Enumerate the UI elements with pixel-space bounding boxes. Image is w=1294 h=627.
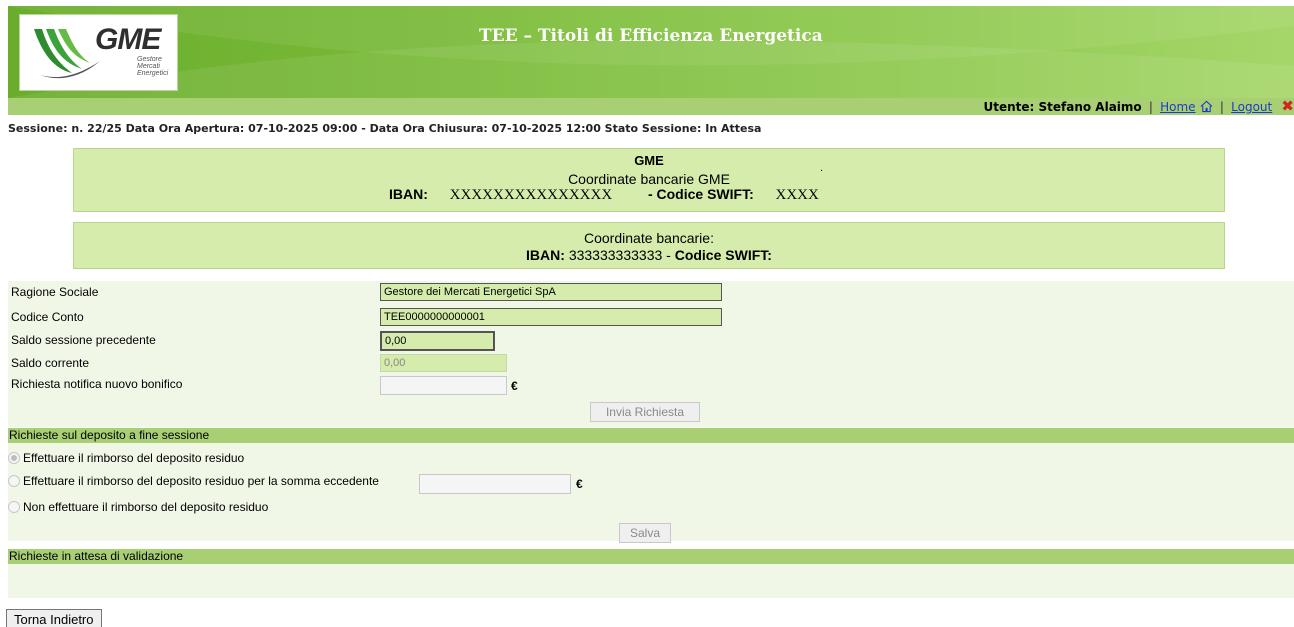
gme-logo[interactable]: GME Gestore Mercati Energetici xyxy=(19,14,178,91)
salva-button[interactable]: Salva xyxy=(619,523,671,543)
row-codice-conto: Codice Conto TEE0000000000001 xyxy=(8,307,1294,329)
codice-conto-label: Codice Conto xyxy=(11,310,84,324)
bank-details-gme: GME . Coordinate bancarie GME IBAN: XXXX… xyxy=(73,148,1225,212)
bank-details-user: Coordinate bancarie: IBAN: 333333333333 … xyxy=(73,222,1225,269)
radio-label: Effettuare il rimborso del deposito resi… xyxy=(23,451,245,465)
logout-link[interactable]: Logout xyxy=(1231,100,1272,114)
iban-label: IBAN: xyxy=(389,186,428,202)
logout-x-icon[interactable]: ✖ xyxy=(1281,99,1294,114)
iban-value: 333333333333 - xyxy=(564,247,675,263)
radio-button-checked[interactable] xyxy=(8,452,20,464)
iban-label: IBAN: xyxy=(526,247,565,263)
bank-gme-iban-row: IBAN: XXXXXXXXXXXXXXX - Codice SWIFT: XX… xyxy=(389,186,819,204)
logo-sub-1: Gestore xyxy=(137,56,162,63)
header-wave-decoration xyxy=(8,6,1294,98)
radio-button[interactable] xyxy=(8,475,20,487)
session-info: Sessione: n. 22/25 Data Ora Apertura: 07… xyxy=(8,122,762,135)
deposito-section-header: Richieste sul deposito a fine sessione xyxy=(8,428,1294,443)
bank-user-iban-row: IBAN: 333333333333 - Codice SWIFT: xyxy=(74,247,1224,263)
codice-conto-field[interactable]: TEE0000000000001 xyxy=(380,308,722,326)
invia-richiesta-button[interactable]: Invia Richiesta xyxy=(590,402,700,422)
validazione-section-body xyxy=(8,564,1294,598)
row-saldo-corrente: Saldo corrente 0,00 xyxy=(8,353,1294,375)
user-name: Utente: Stefano Alaimo xyxy=(983,100,1142,114)
ragione-sociale-label: Ragione Sociale xyxy=(11,285,99,299)
validazione-section-header: Richieste in attesa di validazione xyxy=(8,549,1294,564)
logo-text: GME xyxy=(95,23,161,56)
row-richiesta-bonifico: Richiesta notifica nuovo bonifico € xyxy=(8,374,1294,396)
richiesta-bonifico-label: Richiesta notifica nuovo bonifico xyxy=(11,377,183,391)
row-ragione-sociale: Ragione Sociale Gestore dei Mercati Ener… xyxy=(8,282,1294,304)
bank-user-coord-label: Coordinate bancarie: xyxy=(584,230,714,246)
bank-gme-title: GME xyxy=(634,153,664,168)
swift-value: XXXX xyxy=(775,187,819,203)
radio-label: Non effettuare il rimborso del deposito … xyxy=(23,500,269,514)
richiesta-bonifico-input[interactable] xyxy=(380,376,507,395)
bank-gme-coord-label: Coordinate bancarie GME xyxy=(568,171,730,187)
separator: | xyxy=(1148,100,1153,114)
saldo-corrente-label: Saldo corrente xyxy=(11,356,90,370)
user-info: Utente: Stefano Alaimo | Home | Logout ✖ xyxy=(983,99,1294,116)
logo-sub-3: Energetici xyxy=(137,70,169,77)
somma-eccedente-input[interactable] xyxy=(419,474,571,494)
logo-subtitle: Gestore Mercati Energetici xyxy=(137,56,168,77)
home-icon[interactable] xyxy=(1200,100,1213,113)
gme-logo-mark-icon xyxy=(34,29,100,79)
radio-option-no-rimborso[interactable]: Non effettuare il rimborso del deposito … xyxy=(8,500,268,520)
iban-value: XXXXXXXXXXXXXXX xyxy=(449,187,613,203)
saldo-corrente-field: 0,00 xyxy=(380,354,507,372)
euro-symbol: € xyxy=(511,379,518,393)
row-saldo-precedente: Saldo sessione precedente 0,00 xyxy=(8,330,1294,352)
radio-option-rimborso-eccedente[interactable]: Effettuare il rimborso del deposito resi… xyxy=(8,474,379,494)
ragione-sociale-field[interactable]: Gestore dei Mercati Energetici SpA xyxy=(380,283,722,301)
radio-label: Effettuare il rimborso del deposito resi… xyxy=(23,474,379,488)
saldo-precedente-label: Saldo sessione precedente xyxy=(11,333,156,347)
page-title: TEE – Titoli di Efficienza Energetica xyxy=(479,26,823,46)
logo-sub-2: Mercati xyxy=(137,63,160,70)
back-button[interactable]: Torna Indietro xyxy=(6,609,102,627)
saldo-precedente-field[interactable]: 0,00 xyxy=(380,331,495,351)
swift-label: Codice SWIFT: xyxy=(674,247,772,263)
euro-symbol: € xyxy=(576,477,583,491)
swift-label: - Codice SWIFT: xyxy=(647,186,754,202)
radio-option-rimborso-totale[interactable]: Effettuare il rimborso del deposito resi… xyxy=(8,451,244,471)
app-header: GME Gestore Mercati Energetici TEE – Tit… xyxy=(8,6,1294,98)
home-link[interactable]: Home xyxy=(1160,100,1195,114)
radio-button[interactable] xyxy=(8,501,20,513)
separator: | xyxy=(1219,100,1224,114)
